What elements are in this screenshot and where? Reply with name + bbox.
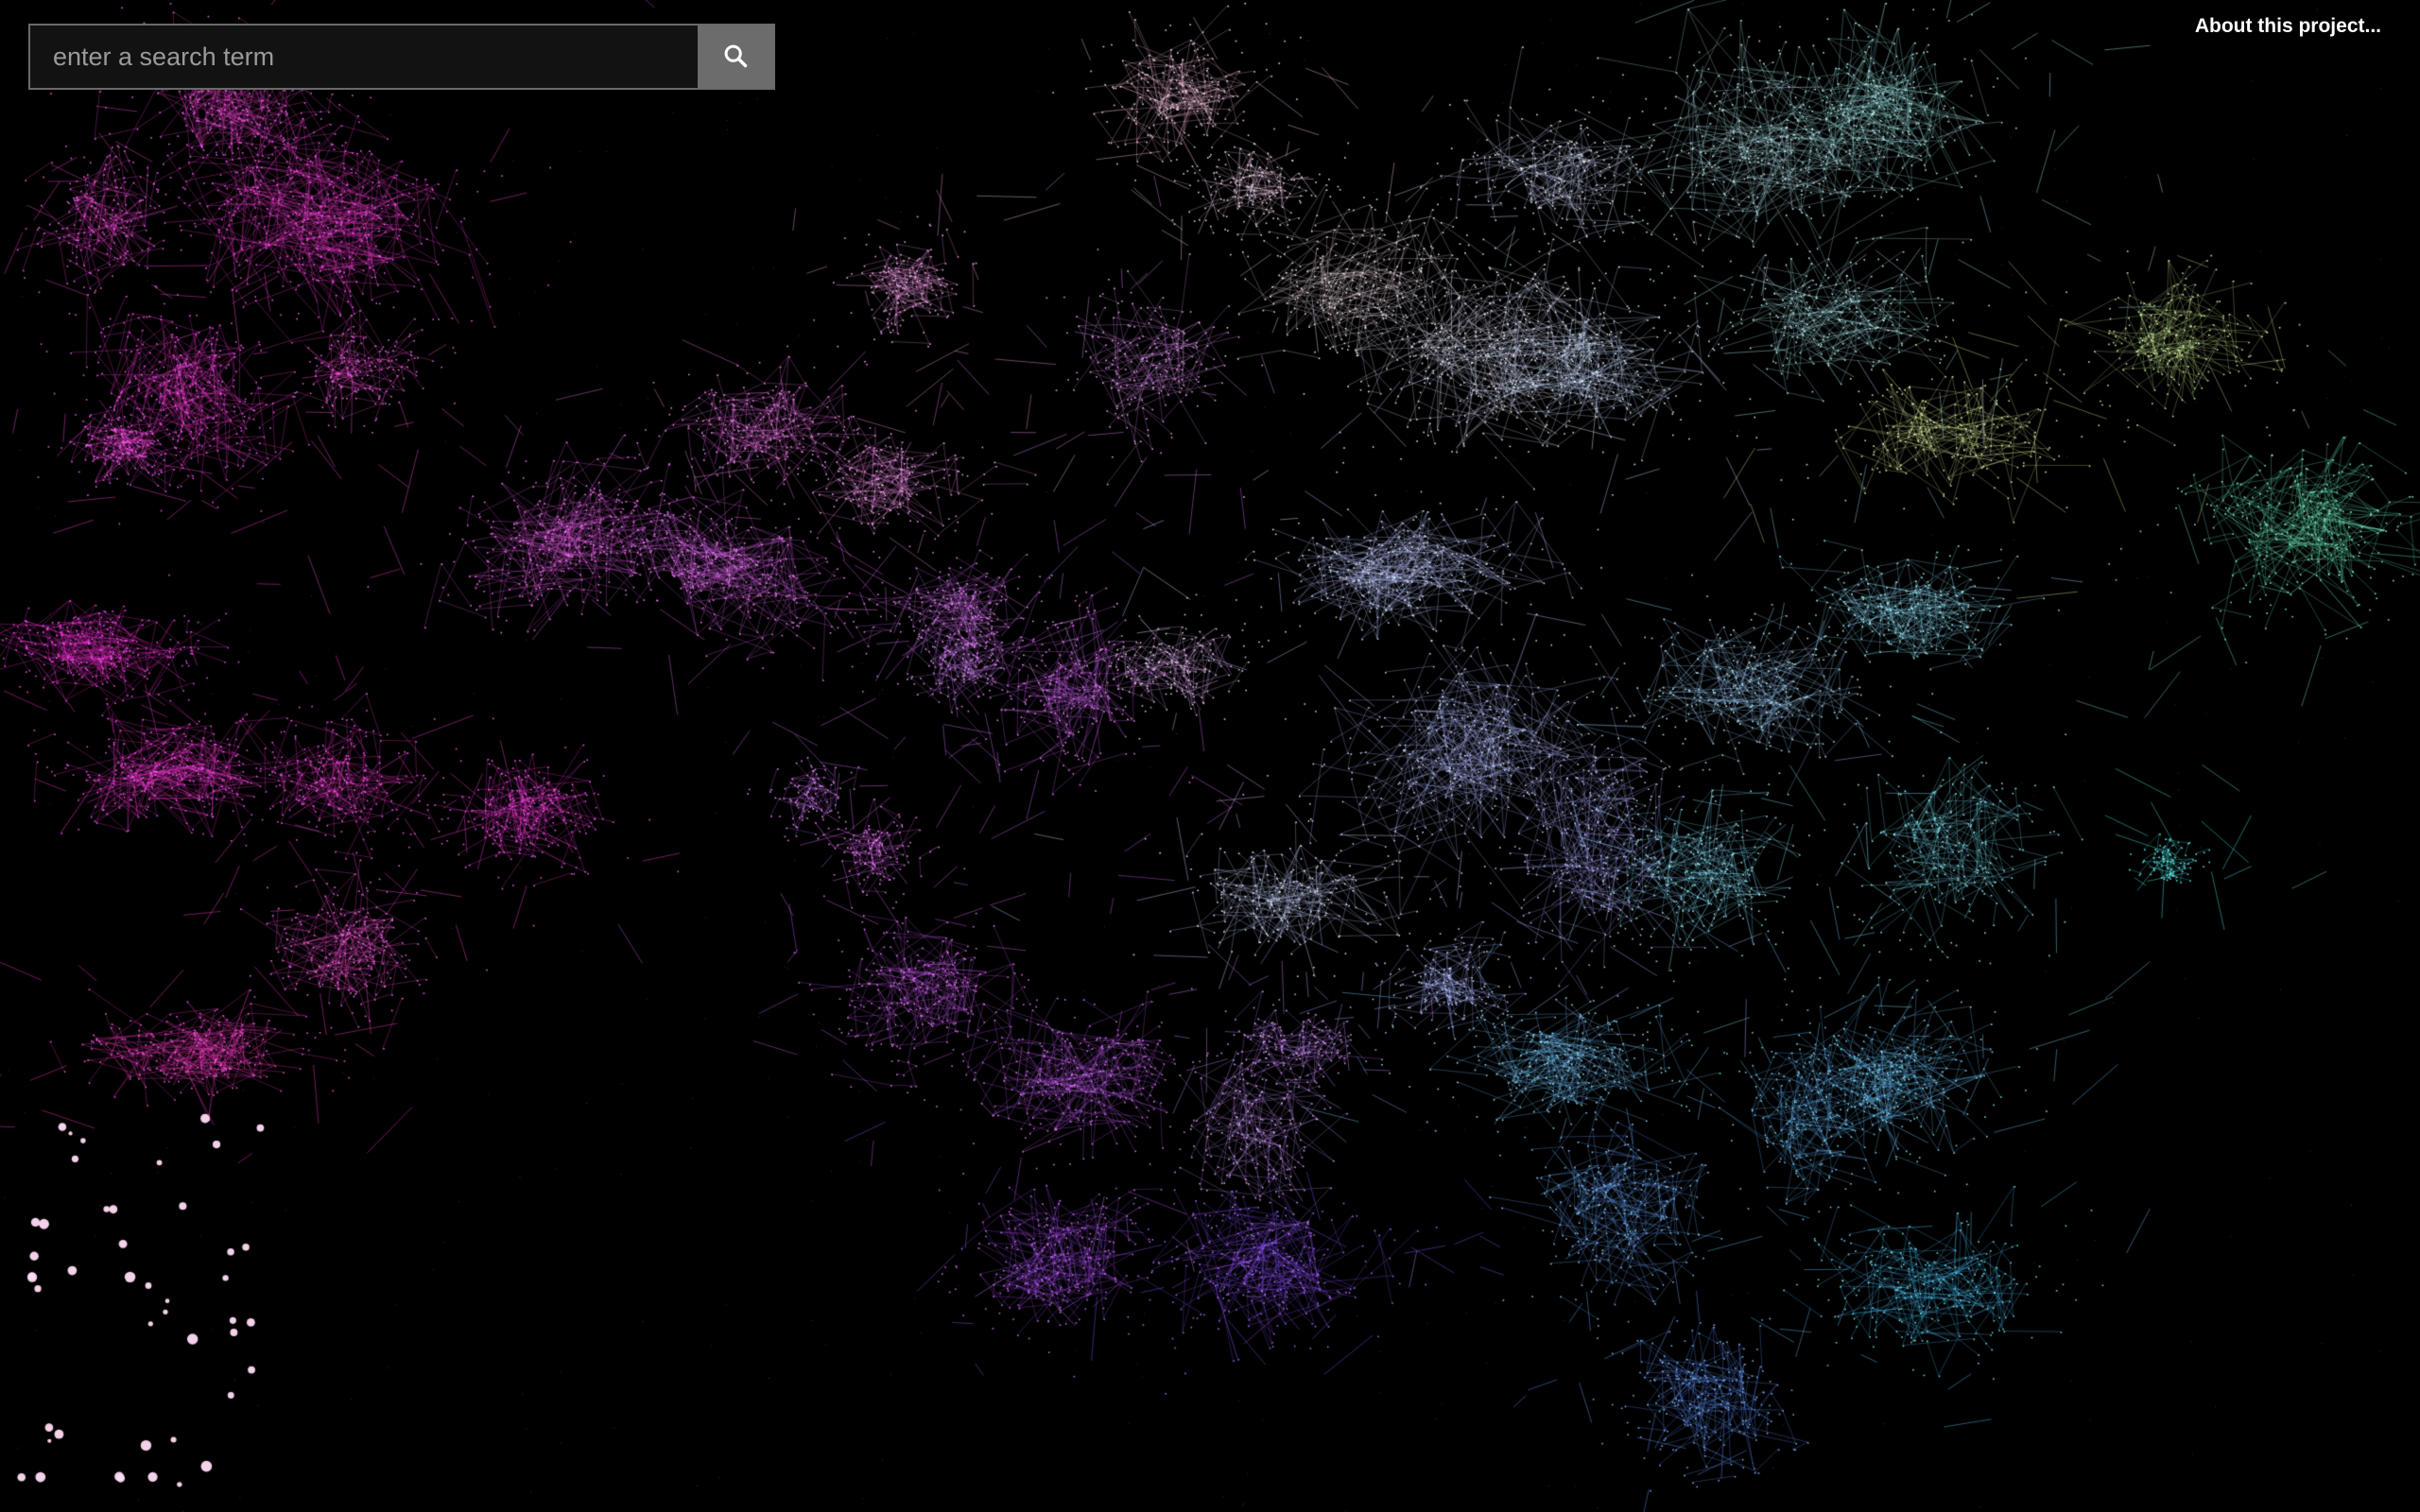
search-bar — [28, 24, 775, 90]
about-project-link[interactable]: About this project... — [2195, 15, 2381, 38]
network-visualization[interactable] — [0, 0, 2420, 1512]
search-button[interactable] — [698, 26, 773, 88]
search-icon — [722, 43, 749, 72]
search-input[interactable] — [30, 26, 698, 88]
